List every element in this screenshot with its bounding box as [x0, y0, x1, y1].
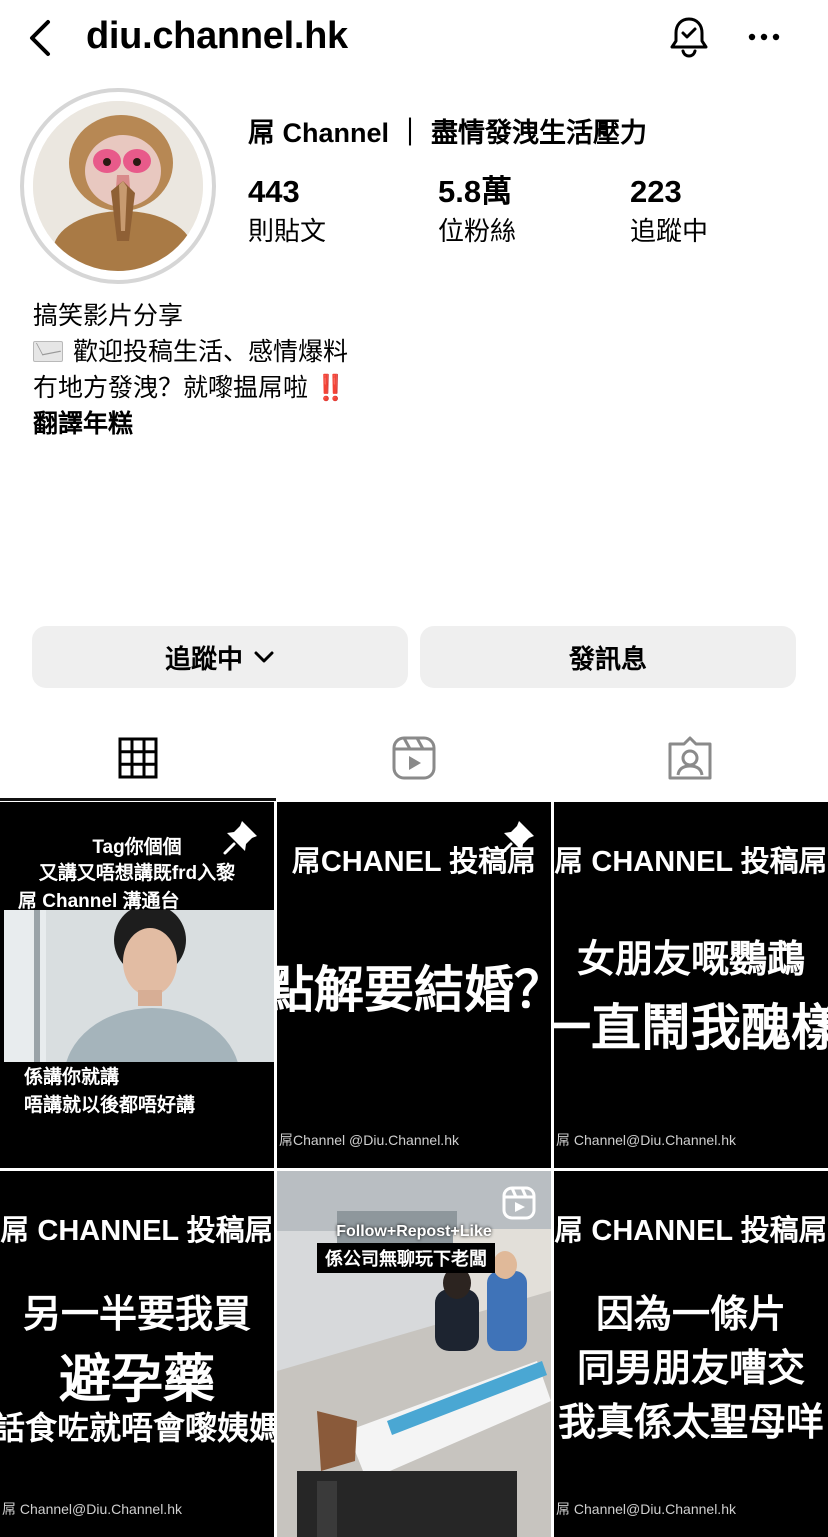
profile-display-name: 屌 Channel ｜ 盡情發洩生活壓力 [248, 118, 648, 148]
post-4-footer: 屌 Channel@Diu.Channel.hk [2, 1501, 182, 1517]
chevron-down-icon [254, 651, 274, 663]
post-6-footer: 屌 Channel@Diu.Channel.hk [556, 1501, 736, 1517]
post-2-footer: 屌Channel @Diu.Channel.hk [279, 1132, 459, 1148]
post-tile-1[interactable]: Tag你個個 又講又唔想講既frd入黎 屌 Channel 溝通台 係講你就講 … [0, 802, 274, 1168]
stat-posts-label: 則貼文 [248, 216, 327, 246]
profile-username: diu.channel.hk [86, 15, 348, 57]
envelope-icon [33, 341, 63, 362]
post-3-footer: 屌 Channel@Diu.Channel.hk [556, 1132, 736, 1148]
reels-icon [502, 1186, 536, 1220]
monkey-avatar-image [33, 101, 203, 271]
bio-line-3-text: 冇地方發洩？就嚟揾屌啦 [33, 374, 309, 402]
notifications-button[interactable] [666, 14, 712, 60]
post-3-headline-1: 女朋友嘅鸚鵡 [576, 939, 805, 981]
tab-grid[interactable] [114, 734, 162, 782]
more-options-button[interactable] [744, 20, 784, 54]
stat-followers-label: 位粉絲 [438, 216, 517, 246]
back-button[interactable] [22, 18, 62, 58]
post-1-caption-2: 唔講就以後都唔好講 [24, 1095, 196, 1116]
stat-following[interactable]: 223 追蹤中 [630, 174, 708, 248]
following-button[interactable]: 追蹤中 [32, 626, 408, 688]
stat-following-count: 223 [630, 174, 682, 209]
post-6-headline-1: 因為一條片 [595, 1294, 786, 1336]
post-3-header: 屌 CHANNEL 投稿屌 [554, 846, 828, 878]
bio-line-2: 歡迎投稿生活、感情爆料 [33, 334, 348, 370]
bio-line-3: 冇地方發洩？就嚟揾屌啦 ‼️ [33, 370, 348, 406]
tab-tagged[interactable] [666, 734, 714, 782]
stat-followers-count: 5.8萬 [438, 174, 513, 209]
active-tab-indicator [0, 798, 276, 801]
post-5-caption: 係公司無聊玩下老闆 [317, 1243, 495, 1273]
post-1-top-line-2: 又講又唔想講既frd入黎 [38, 863, 236, 884]
message-button[interactable]: 發訊息 [420, 626, 796, 688]
stat-followers[interactable]: 5.8萬 位粉絲 [438, 174, 516, 248]
message-button-label: 發訊息 [568, 643, 647, 674]
post-1-tag: 屌 Channel 溝通台 [18, 886, 180, 913]
post-tile-2[interactable]: 屌CHANEL 投稿屌 點解要結婚？ 屌Channel @Diu.Channel… [277, 802, 551, 1168]
profile-bio: 搞笑影片分享 歡迎投稿生活、感情爆料 冇地方發洩？就嚟揾屌啦 ‼️ 翻譯年糕 [33, 298, 348, 442]
post-4-headline-2: 避孕藥 [58, 1351, 215, 1409]
post-tile-3[interactable]: 屌 CHANNEL 投稿屌 女朋友嘅鸚鵡 一直鬧我醜樣 屌 Channel@Di… [554, 802, 828, 1168]
post-4-header: 屌 CHANNEL 投稿屌 [0, 1215, 274, 1247]
post-2-headline: 點解要結婚？ [277, 962, 551, 1018]
bio-line-1: 搞笑影片分享 [33, 302, 184, 330]
bio-line-2-text: 歡迎投稿生活、感情爆料 [73, 338, 349, 366]
post-3-headline-2: 一直鬧我醜樣 [554, 1000, 828, 1056]
tab-reels[interactable] [390, 734, 438, 782]
post-tile-5[interactable]: Follow+Repost+Like 係公司無聊玩下老闆 [277, 1171, 551, 1537]
post-6-headline-2: 同男朋友嘈交 [576, 1348, 805, 1390]
more-horizontal-icon [748, 33, 780, 41]
following-button-label: 追蹤中 [164, 643, 243, 674]
post-4-headline-3: 話食咗就唔會嚟姨媽 [0, 1410, 274, 1446]
video-thumbnail [4, 910, 274, 1062]
post-tile-4[interactable]: 屌 CHANNEL 投稿屌 另一半要我買 避孕藥 話食咗就唔會嚟姨媽 屌 Cha… [0, 1171, 274, 1537]
grid-icon [118, 737, 158, 779]
pin-icon [223, 821, 257, 855]
post-6-header: 屌 CHANNEL 投稿屌 [554, 1215, 828, 1247]
post-5-top-line: Follow+Repost+Like [336, 1223, 492, 1240]
chevron-left-icon [30, 20, 50, 56]
stat-posts[interactable]: 443 則貼文 [248, 174, 326, 248]
double-exclamation-icon: ‼️ [314, 374, 346, 402]
tagged-icon [668, 736, 712, 780]
post-tile-6[interactable]: 屌 CHANNEL 投稿屌 因為一條片 同男朋友嘈交 我真係太聖母咩 屌 Cha… [554, 1171, 828, 1537]
avatar[interactable] [33, 101, 203, 271]
bell-check-icon [670, 17, 708, 58]
post-6-headline-3: 我真係太聖母咩 [557, 1402, 824, 1444]
bio-line-4: 翻譯年糕 [33, 410, 134, 438]
post-1-caption-1: 係講你就講 [24, 1067, 120, 1088]
reels-icon [392, 736, 436, 780]
pin-icon [500, 821, 534, 855]
stat-following-label: 追蹤中 [630, 216, 709, 246]
stat-posts-count: 443 [248, 174, 300, 209]
post-4-headline-1: 另一半要我買 [22, 1294, 251, 1336]
